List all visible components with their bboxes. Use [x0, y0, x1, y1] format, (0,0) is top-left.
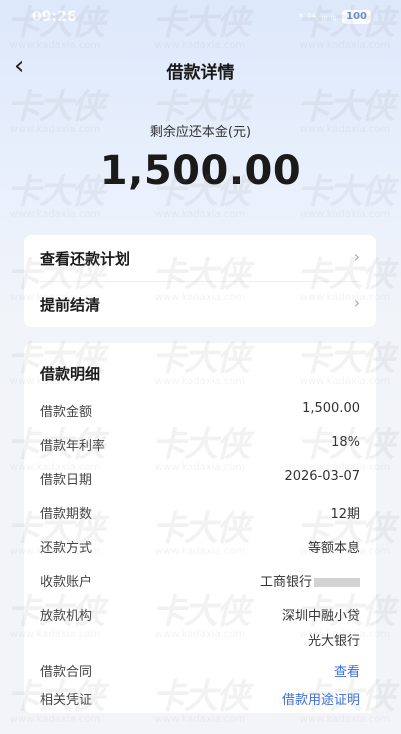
detail-value: 1,500.00 — [302, 401, 360, 416]
early-settlement-row[interactable]: 提前结清 › — [40, 281, 360, 327]
view-repayment-plan-label: 查看还款计划 — [40, 250, 131, 268]
detail-label: 借款日期 — [40, 473, 93, 488]
lender-line-2: 光大银行 — [307, 634, 360, 649]
loan-purpose-proof-link[interactable]: 借款用途证明 — [282, 689, 360, 708]
masked-account-number — [314, 578, 360, 587]
loan-details-title: 借款明细 — [40, 365, 101, 383]
detail-value: 工商银行 — [260, 571, 360, 590]
early-settlement-label: 提前结清 — [40, 296, 101, 314]
detail-value: 等额本息 — [307, 541, 360, 556]
signal-icon: * ⁰⁴ᵢ ᵢₗₗ ᵢₗₗ — [298, 10, 337, 24]
lender-line-1: 深圳中融小贷 — [281, 609, 360, 624]
view-contract-link[interactable]: 查看 — [334, 661, 360, 680]
chevron-right-icon: › — [353, 247, 360, 266]
battery-icon: 100 — [342, 10, 371, 24]
status-icons: * ⁰⁴ᵢ ᵢₗₗ ᵢₗₗ 100 — [298, 10, 371, 24]
detail-value: 12期 — [330, 507, 360, 522]
detail-label: 放款机构 — [40, 609, 93, 624]
remaining-principal-label: 剩余应还本金(元) — [149, 125, 252, 140]
view-repayment-plan-row[interactable]: 查看还款计划 › — [40, 235, 360, 281]
detail-value: 2026-03-07 — [284, 469, 360, 484]
status-time: 09:26 — [32, 9, 77, 25]
detail-value: 18% — [331, 435, 360, 450]
detail-label: 相关凭证 — [40, 693, 93, 708]
detail-value: 深圳中融小贷 光大银行 — [282, 605, 360, 649]
page-title: 借款详情 — [166, 63, 235, 83]
detail-label: 收款账户 — [40, 575, 93, 590]
nav-bar: ‹ 借款详情 — [0, 48, 401, 88]
actions-card: 查看还款计划 › 提前结清 › — [24, 235, 376, 327]
detail-label: 借款合同 — [40, 665, 93, 680]
remaining-principal-amount: 1,500.00 — [99, 148, 302, 194]
detail-label: 还款方式 — [40, 541, 93, 556]
detail-label: 借款年利率 — [40, 439, 106, 454]
status-bar: 09:26 * ⁰⁴ᵢ ᵢₗₗ ᵢₗₗ 100 — [0, 0, 401, 36]
detail-label: 借款期数 — [40, 507, 93, 522]
bank-name: 工商银行 — [259, 575, 312, 590]
detail-label: 借款金额 — [40, 405, 93, 420]
loan-details-card: 借款明细 借款金额 1,500.00 借款年利率 18% 借款日期 2026-0… — [24, 343, 376, 713]
chevron-right-icon: › — [353, 293, 360, 312]
